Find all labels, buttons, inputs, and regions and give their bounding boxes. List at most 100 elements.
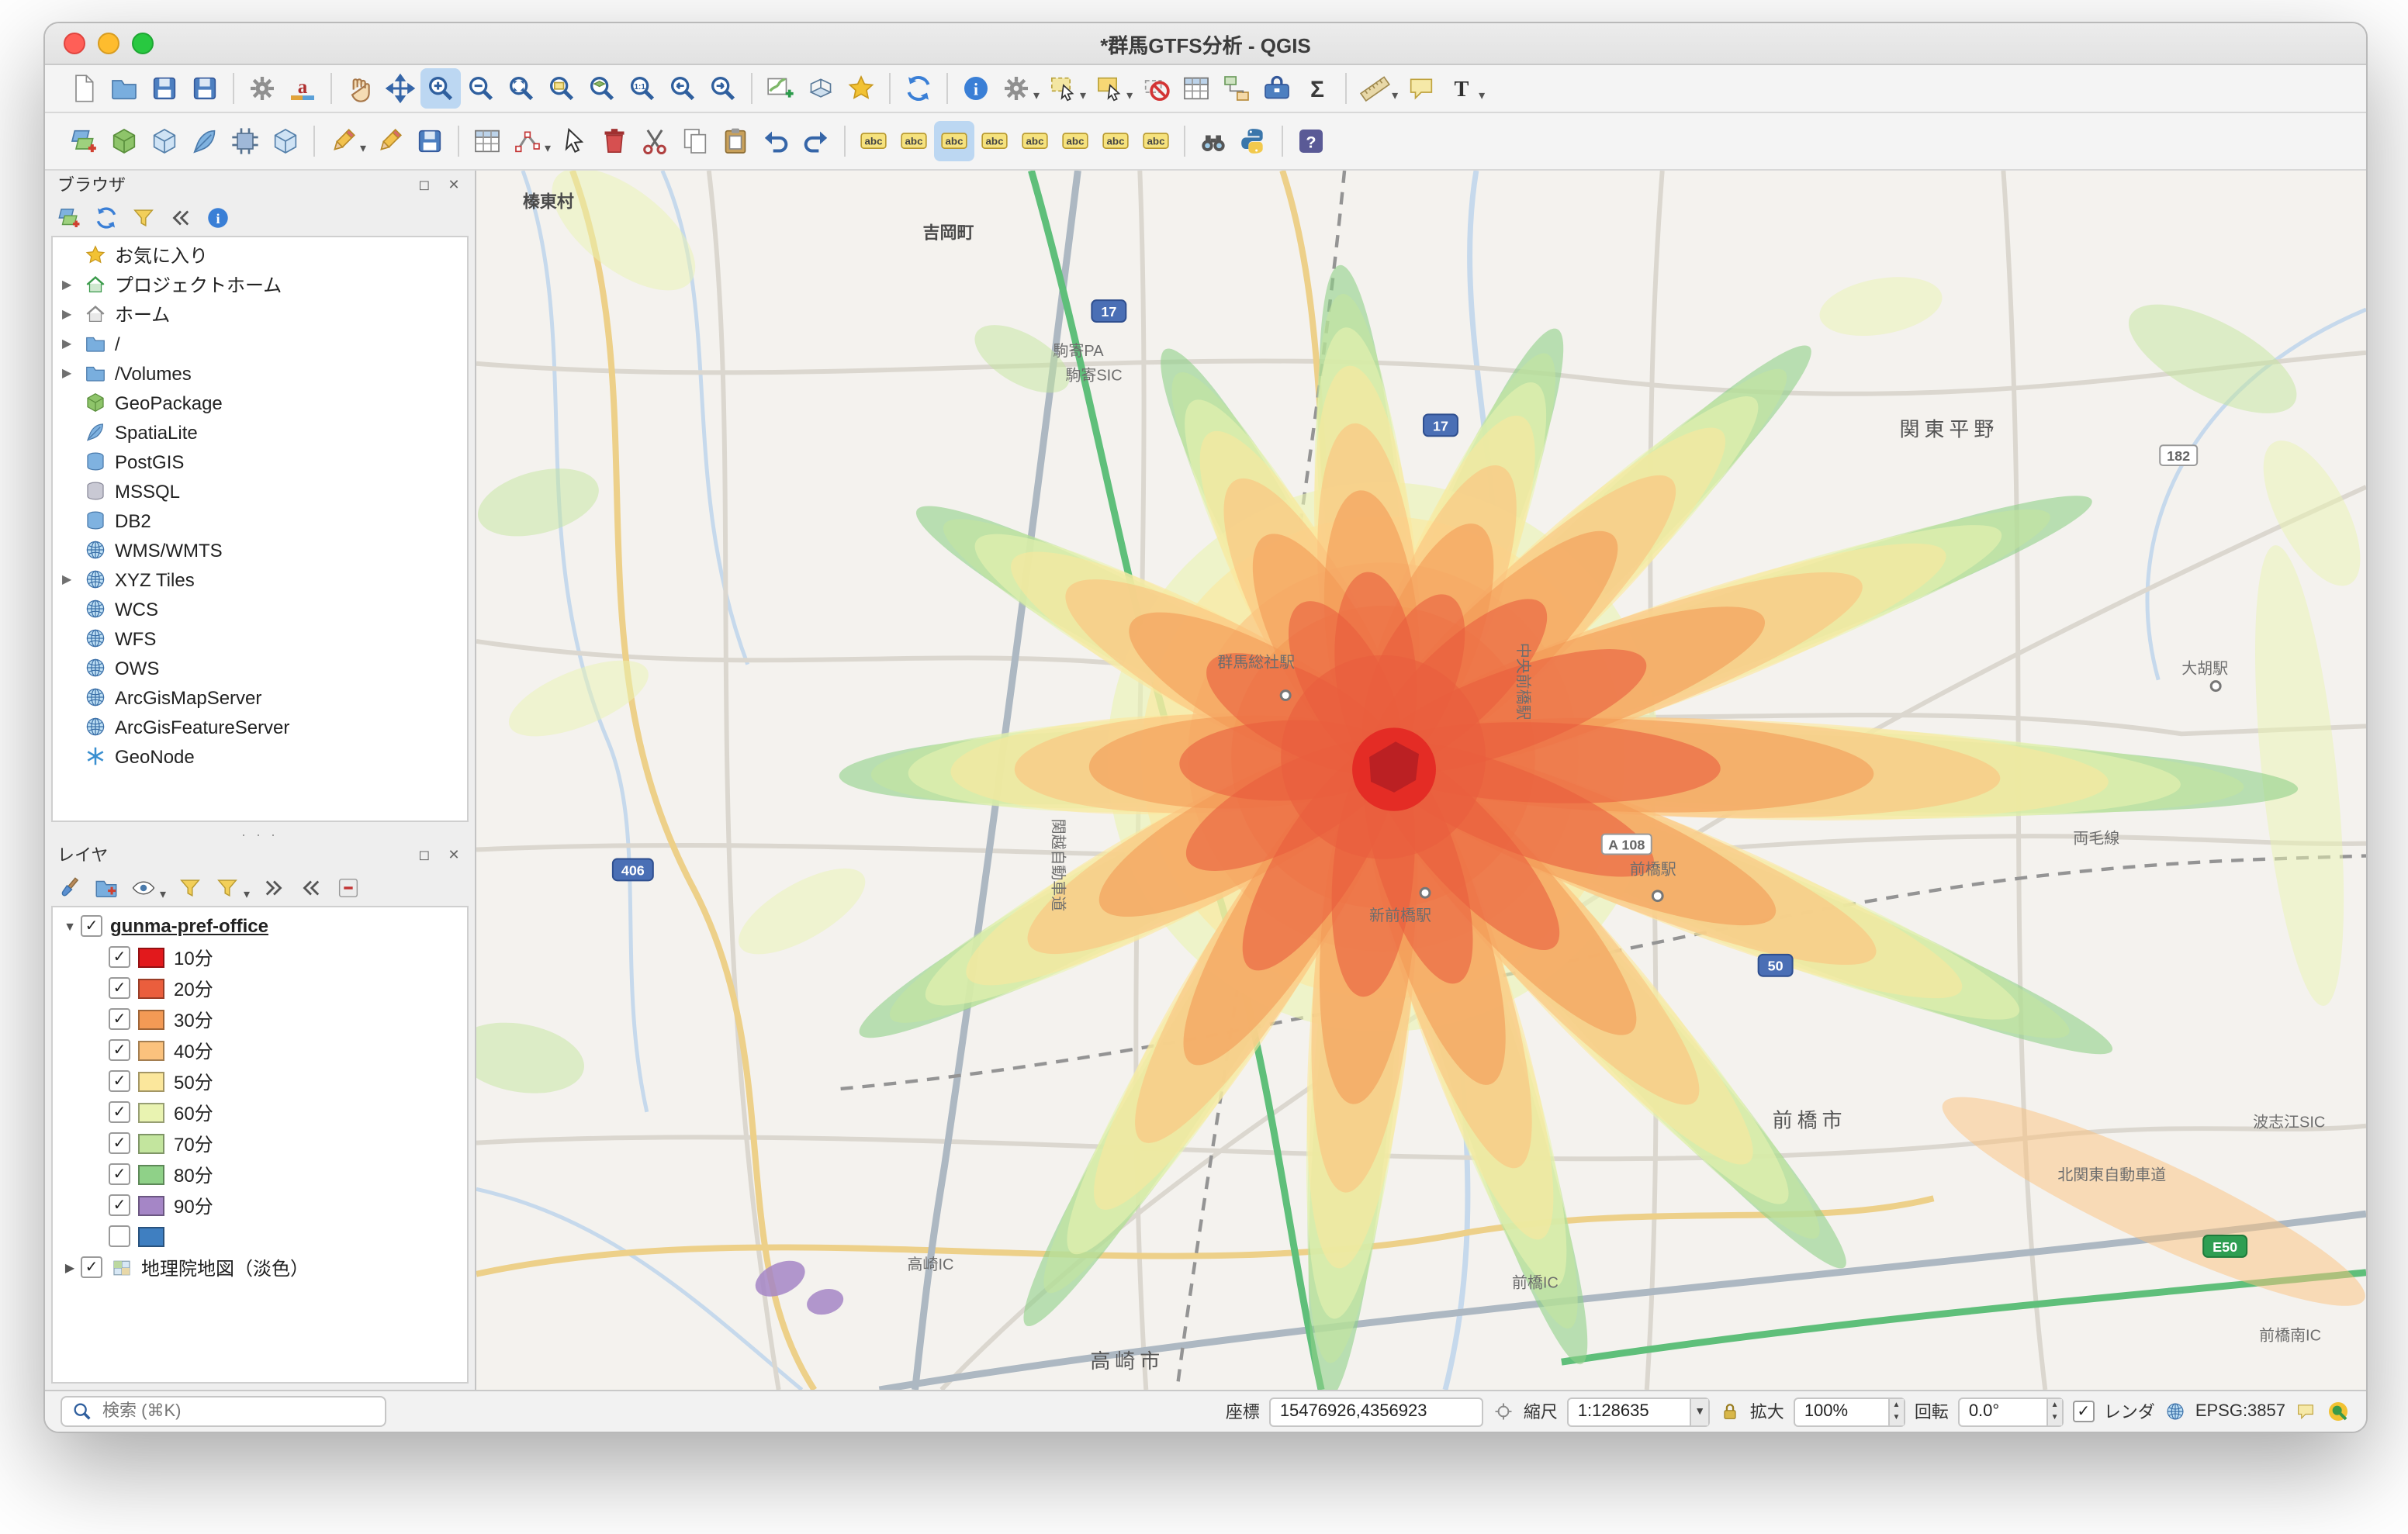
- legend-row-40min[interactable]: 40分: [53, 1035, 467, 1066]
- filter-legend-expression-button[interactable]: [209, 870, 244, 904]
- multi-edit-button[interactable]: [554, 121, 594, 161]
- refresh-map-button[interactable]: [898, 68, 939, 109]
- crs-globe-icon[interactable]: [2164, 1401, 2186, 1422]
- delete-selected-button[interactable]: [594, 121, 635, 161]
- deselect-features-button[interactable]: [1136, 68, 1176, 109]
- legend-row-blank[interactable]: [53, 1221, 467, 1252]
- magnifier-spinbox[interactable]: ▲▼: [1793, 1397, 1905, 1426]
- new-map-view-button[interactable]: [760, 68, 801, 109]
- browser-item-postgis[interactable]: PostGIS: [53, 447, 467, 476]
- legend-row-90min[interactable]: 90分: [53, 1190, 467, 1221]
- browser-item-home[interactable]: ホーム: [53, 299, 467, 329]
- dock-splitter[interactable]: [45, 828, 475, 841]
- new-shapefile-layer-button[interactable]: [185, 121, 225, 161]
- text-annotation-button[interactable]: [1441, 68, 1482, 109]
- browser-item-mssql[interactable]: MSSQL: [53, 476, 467, 506]
- group-expand-arrow[interactable]: ▼: [59, 919, 81, 933]
- layer-diagram-button[interactable]: [894, 121, 934, 161]
- browser-refresh-button[interactable]: [88, 200, 123, 234]
- mouse-position-icon[interactable]: [1493, 1401, 1514, 1422]
- change-label-button[interactable]: [1095, 121, 1136, 161]
- select-by-value-button[interactable]: [1089, 68, 1130, 109]
- zoom-out-button[interactable]: [461, 68, 501, 109]
- scale-input[interactable]: [1574, 1401, 1690, 1422]
- open-project-button[interactable]: [104, 68, 144, 109]
- redo-button[interactable]: [796, 121, 836, 161]
- zoom-to-layer-button[interactable]: [582, 68, 622, 109]
- python-console-button[interactable]: [1233, 121, 1274, 161]
- browser-close-button[interactable]: [442, 173, 465, 196]
- collapse-all-button[interactable]: [293, 870, 327, 904]
- coordinate-input[interactable]: [1276, 1401, 1476, 1422]
- remove-layer-button[interactable]: [330, 870, 365, 904]
- browser-item-favorites[interactable]: お気に入り: [53, 240, 467, 270]
- run-feature-action-button[interactable]: [996, 68, 1036, 109]
- legend-row-10min[interactable]: 10分: [53, 941, 467, 973]
- select-features-button[interactable]: [1043, 68, 1083, 109]
- layers-close-button[interactable]: [442, 843, 465, 866]
- legend-checkbox[interactable]: [109, 1225, 130, 1247]
- new-geopackage-layer-button[interactable]: [104, 121, 144, 161]
- rotation-spin-buttons[interactable]: ▲ ▼: [2046, 1398, 2062, 1425]
- layer-styling-button[interactable]: [51, 870, 85, 904]
- save-project-as-button[interactable]: [185, 68, 225, 109]
- legend-checkbox[interactable]: [109, 1008, 130, 1030]
- search-input[interactable]: [99, 1401, 375, 1422]
- legend-checkbox[interactable]: [109, 946, 130, 968]
- new-spatialite-layer-button[interactable]: [265, 121, 306, 161]
- new-virtual-layer-button[interactable]: [144, 121, 185, 161]
- browser-item-ows[interactable]: OWS: [53, 653, 467, 682]
- legend-checkbox[interactable]: [109, 1194, 130, 1216]
- browser-item-xyz-tiles[interactable]: XYZ Tiles: [53, 565, 467, 594]
- processing-toolbox-button[interactable]: [1257, 68, 1297, 109]
- legend-row-20min[interactable]: 20分: [53, 973, 467, 1004]
- rotation-input[interactable]: [1965, 1401, 2046, 1422]
- move-label-button[interactable]: [1015, 121, 1055, 161]
- browser-item-root[interactable]: /: [53, 329, 467, 358]
- zoom-last-button[interactable]: [663, 68, 703, 109]
- measure-button[interactable]: [1354, 68, 1395, 109]
- browser-item-geonode[interactable]: GeoNode: [53, 741, 467, 771]
- minimize-button[interactable]: [98, 33, 119, 54]
- zoom-next-button[interactable]: [703, 68, 743, 109]
- browser-float-button[interactable]: [413, 173, 436, 196]
- open-attribute-table-button[interactable]: [1176, 68, 1216, 109]
- browser-item-arcgis-feature-server[interactable]: ArcGisFeatureServer: [53, 712, 467, 741]
- style-manager-button[interactable]: [282, 68, 323, 109]
- messages-icon[interactable]: [2295, 1401, 2316, 1422]
- add-group-button[interactable]: [88, 870, 123, 904]
- magnifier-spin-buttons[interactable]: ▲ ▼: [1887, 1398, 1904, 1425]
- basemap-expand-arrow[interactable]: ▶: [59, 1260, 81, 1274]
- save-project-button[interactable]: [144, 68, 185, 109]
- highlight-labels-button[interactable]: [974, 121, 1015, 161]
- layer-labeling-button[interactable]: [853, 121, 894, 161]
- data-source-manager-button[interactable]: [64, 121, 104, 161]
- legend-row-50min[interactable]: 50分: [53, 1066, 467, 1097]
- statistical-summary-button[interactable]: [1297, 68, 1337, 109]
- browser-item-geopackage[interactable]: GeoPackage: [53, 388, 467, 417]
- scale-combo[interactable]: ▼: [1566, 1397, 1710, 1426]
- add-record-button[interactable]: [467, 121, 507, 161]
- close-button[interactable]: [64, 33, 85, 54]
- new-3d-map-view-button[interactable]: [801, 68, 841, 109]
- browser-item-wcs[interactable]: WCS: [53, 594, 467, 624]
- graphical-modeler-button[interactable]: [1216, 68, 1257, 109]
- scale-dropdown-arrow[interactable]: ▼: [1690, 1398, 1708, 1425]
- legend-row-70min[interactable]: 70分: [53, 1128, 467, 1159]
- locator-icon[interactable]: [2326, 1399, 2351, 1424]
- group-checkbox[interactable]: [81, 915, 102, 937]
- legend-row-30min[interactable]: 30分: [53, 1004, 467, 1035]
- legend-checkbox[interactable]: [109, 1163, 130, 1185]
- identify-features-button[interactable]: [956, 68, 996, 109]
- rotation-spinbox[interactable]: ▲▼: [1957, 1397, 2064, 1426]
- copy-features-button[interactable]: [675, 121, 715, 161]
- layers-float-button[interactable]: [413, 843, 436, 866]
- render-checkbox[interactable]: [2072, 1401, 2095, 1422]
- zoom-in-button[interactable]: [420, 68, 461, 109]
- legend-row-80min[interactable]: 80分: [53, 1159, 467, 1190]
- zoom-to-selection-button[interactable]: [541, 68, 582, 109]
- map-tips-button[interactable]: [1401, 68, 1441, 109]
- project-properties-button[interactable]: [242, 68, 282, 109]
- vertex-tool-button[interactable]: [507, 121, 548, 161]
- help-button[interactable]: [1291, 121, 1331, 161]
